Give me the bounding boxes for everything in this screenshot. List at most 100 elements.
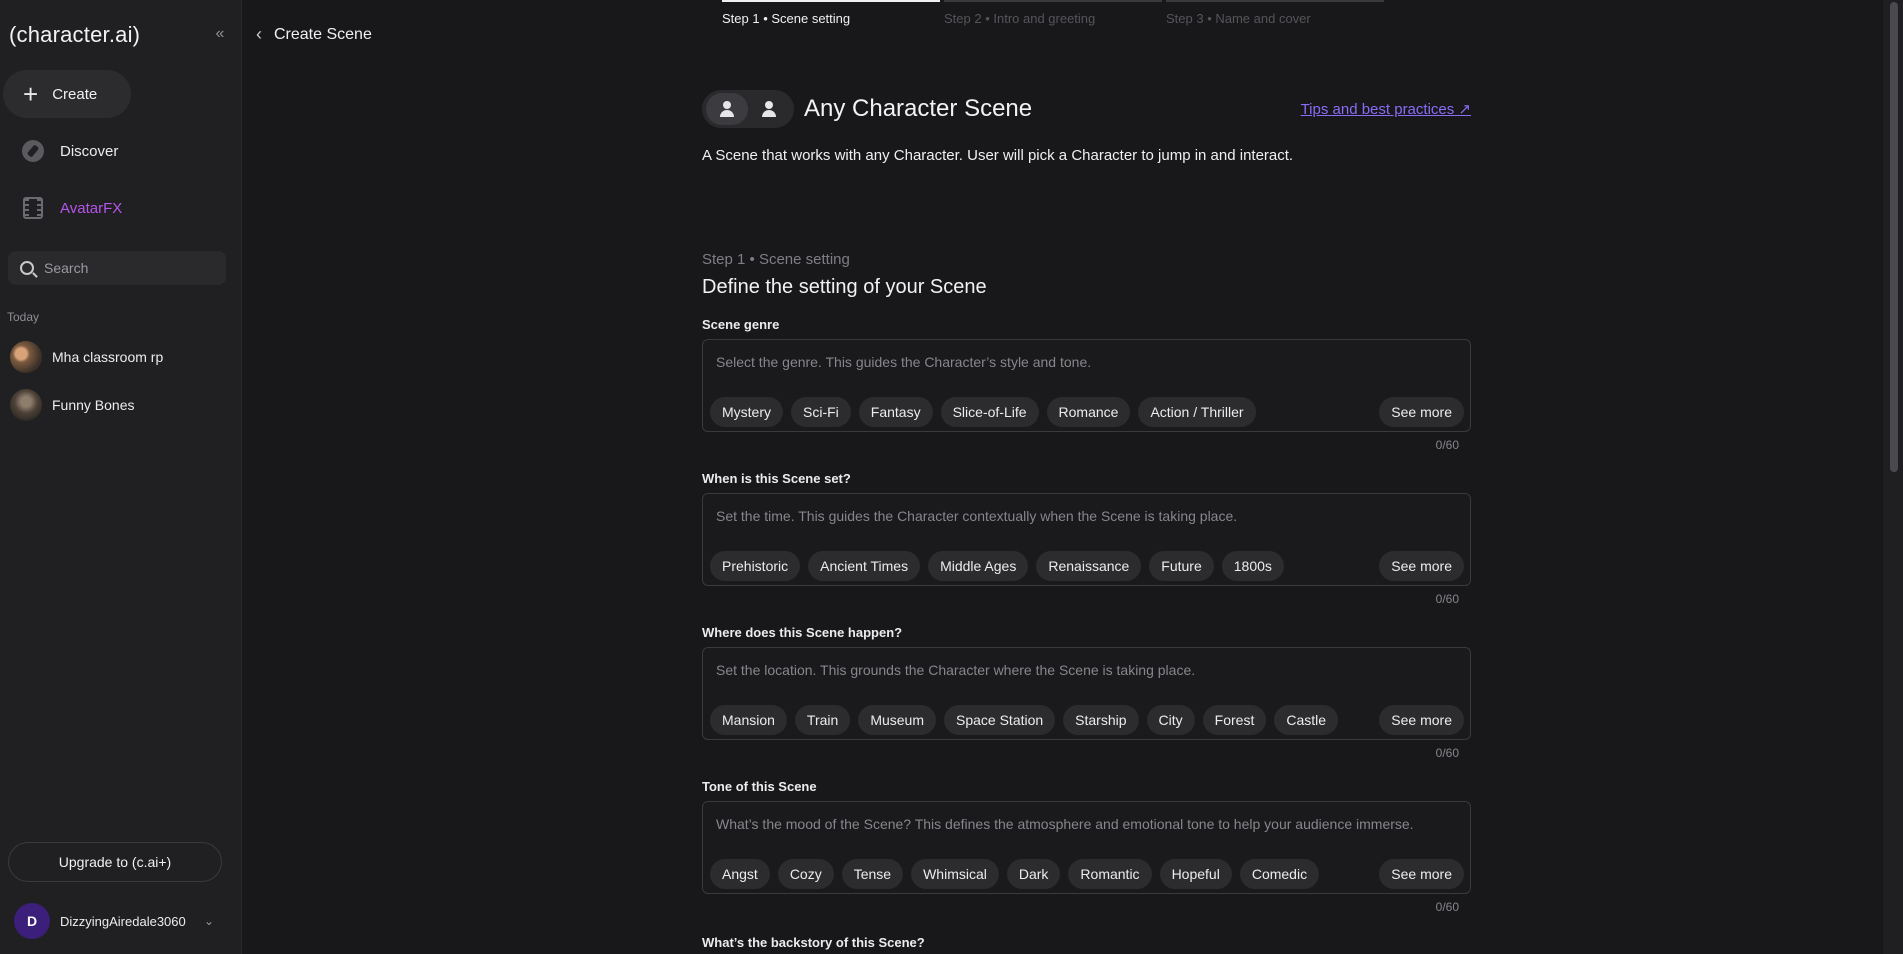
chip[interactable]: Museum [858,705,936,735]
chip-list: Mansion Train Museum Space Station Stars… [710,705,1346,735]
chip[interactable]: Starship [1063,705,1139,735]
specific-character-toggle[interactable] [748,93,790,125]
chip[interactable]: Prehistoric [710,551,801,581]
film-icon [20,195,46,221]
tips-link[interactable]: Tips and best practices ↗ [1301,100,1471,118]
external-link-icon: ↗ [1458,101,1471,118]
chip-list: Angst Cozy Tense Whimsical Dark Romantic… [710,859,1327,889]
upgrade-button[interactable]: Upgrade to (c.ai+) [8,842,222,882]
field-label-backstory: What’s the backstory of this Scene? [702,935,925,950]
chip-list: Mystery Sci-Fi Fantasy Slice-of-Life Rom… [710,397,1264,427]
field-scene-time: When is this Scene set? Set the time. Th… [702,471,1471,606]
compass-icon [20,138,46,164]
scene-description: A Scene that works with any Character. U… [702,147,1294,164]
field-scene-location: Where does this Scene happen? Set the lo… [702,625,1471,760]
create-label: Create [52,85,98,103]
location-input[interactable]: Set the location. This grounds the Chara… [702,647,1471,740]
see-more-button[interactable]: See more [1379,859,1464,889]
chip[interactable]: Future [1149,551,1214,581]
scrollbar[interactable] [1883,0,1903,954]
chip[interactable]: Ancient Times [808,551,921,581]
chip[interactable]: Angst [710,859,770,889]
scrollbar-thumb[interactable] [1890,2,1898,472]
step-subtitle: Step 1 • Scene setting [702,251,850,268]
page-title: Create Scene [274,25,372,43]
see-more-button[interactable]: See more [1379,397,1464,427]
step-title: Define the setting of your Scene [702,276,987,298]
chip[interactable]: Cozy [777,859,834,889]
step-2[interactable]: Step 2 • Intro and greeting [944,0,1162,26]
chevron-left-icon: ‹ [256,24,262,44]
field-placeholder: Set the time. This guides the Character … [716,508,1238,524]
chip[interactable]: Renaissance [1036,551,1142,581]
user-name: DizzyingAiredale3060 [60,913,186,929]
chip[interactable]: Hopeful [1159,859,1232,889]
scene-header: Any Character Scene [702,90,1032,128]
user-avatar: D [14,903,50,939]
scene-title: Any Character Scene [804,95,1033,122]
field-scene-genre: Scene genre Select the genre. This guide… [702,317,1471,452]
chip[interactable]: Fantasy [858,397,933,427]
chip[interactable]: Train [794,705,851,735]
chip[interactable]: City [1146,705,1195,735]
chip[interactable]: Space Station [944,705,1056,735]
chip[interactable]: Romantic [1068,859,1152,889]
chip[interactable]: 1800s [1221,551,1284,581]
user-link-icon [761,101,777,117]
char-counter: 0/60 [1435,592,1459,606]
tone-input[interactable]: What’s the mood of the Scene? This defin… [702,801,1471,894]
chevron-down-icon: ⌄ [203,914,214,928]
chip[interactable]: Middle Ages [928,551,1029,581]
step-3[interactable]: Step 3 • Name and cover [1166,0,1384,26]
see-more-button[interactable]: See more [1379,705,1464,735]
chip[interactable]: Comedic [1239,859,1320,889]
field-placeholder: Select the genre. This guides the Charac… [716,354,1092,370]
field-label: When is this Scene set? [702,471,851,486]
chip[interactable]: Forest [1202,705,1267,735]
chip[interactable]: Slice-of-Life [940,397,1039,427]
chip[interactable]: Romance [1046,397,1131,427]
search-icon [20,261,34,275]
tips-link-label: Tips and best practices [1300,101,1455,118]
field-placeholder: Set the location. This grounds the Chara… [716,662,1196,678]
avatar [10,389,42,421]
back-button[interactable]: ‹ Create Scene [256,24,372,45]
search-input[interactable]: Search [8,251,226,285]
field-label: Tone of this Scene [702,779,817,794]
time-input[interactable]: Set the time. This guides the Character … [702,493,1471,586]
field-label: Scene genre [702,317,780,332]
sidebar: (character.ai) « + Create Discover Avata… [0,0,242,954]
field-label: Where does this Scene happen? [702,625,903,640]
nav-avatarfx[interactable]: AvatarFX [20,195,122,221]
chip[interactable]: Mansion [710,705,787,735]
nav-avatarfx-label: AvatarFX [60,199,123,217]
create-button[interactable]: + Create [3,70,131,118]
section-today-label: Today [7,310,40,324]
chip[interactable]: Whimsical [911,859,999,889]
collapse-sidebar-icon[interactable]: « [210,24,230,44]
chat-item-name: Mha classroom rp [52,349,164,365]
char-counter: 0/60 [1435,746,1459,760]
chat-item[interactable]: Funny Bones [10,389,135,421]
chat-item[interactable]: Mha classroom rp [10,341,163,373]
app-logo[interactable]: (character.ai) [9,22,140,48]
chip[interactable]: Mystery [710,397,783,427]
chip[interactable]: Action / Thriller [1138,397,1256,427]
nav-discover-label: Discover [60,142,119,160]
step-1[interactable]: Step 1 • Scene setting [722,0,940,26]
any-character-toggle[interactable] [706,93,748,125]
genre-input[interactable]: Select the genre. This guides the Charac… [702,339,1471,432]
scene-type-toggle[interactable] [702,90,794,128]
chip[interactable]: Dark [1006,859,1061,889]
avatar [10,341,42,373]
see-more-button[interactable]: See more [1379,551,1464,581]
plus-icon: + [23,79,39,109]
nav-discover[interactable]: Discover [20,138,118,164]
chip[interactable]: Tense [841,859,904,889]
search-placeholder: Search [44,260,89,276]
user-menu[interactable]: D DizzyingAiredale3060 ⌄ [14,903,214,939]
chip[interactable]: Castle [1274,705,1339,735]
char-counter: 0/60 [1435,900,1459,914]
field-scene-tone: Tone of this Scene What’s the mood of th… [702,779,1471,914]
chip[interactable]: Sci-Fi [791,397,851,427]
